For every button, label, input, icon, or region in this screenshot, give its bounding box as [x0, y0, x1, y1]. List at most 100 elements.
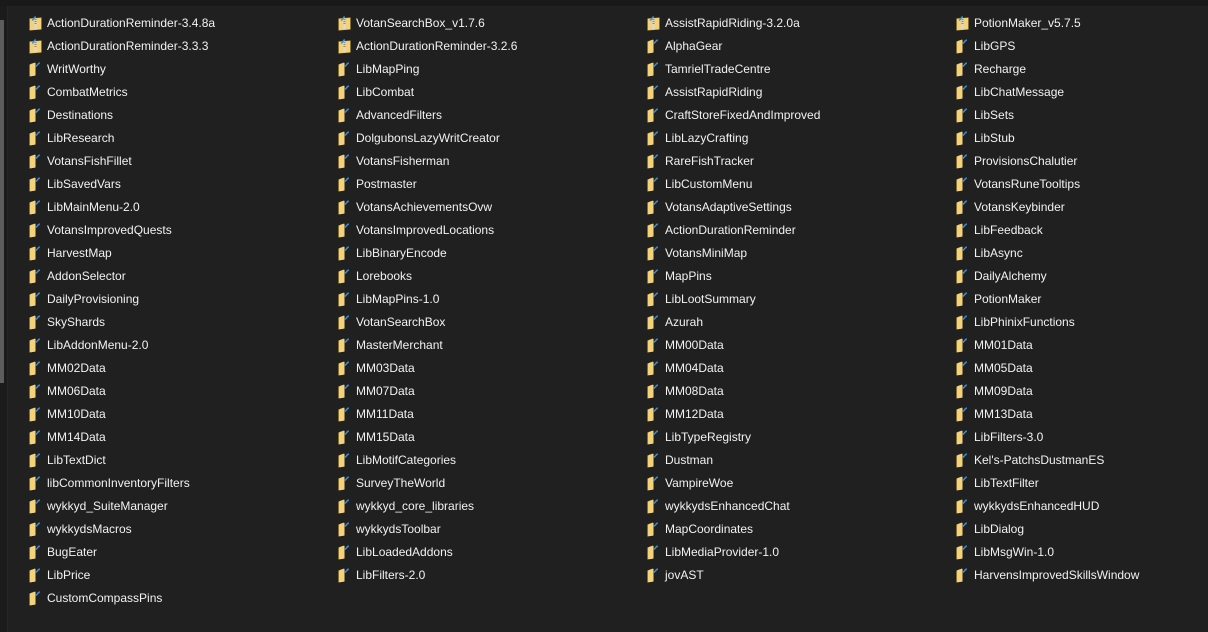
file-list-item[interactable]: PotionMaker [955, 287, 1208, 310]
file-list-item[interactable]: MM04Data [646, 356, 946, 379]
file-list-item[interactable]: libCommonInventoryFilters [28, 471, 328, 494]
file-list-item[interactable]: wykkydsMacros [28, 517, 328, 540]
file-list-item[interactable]: Dustman [646, 448, 946, 471]
file-list-item[interactable]: VotansFishFillet [28, 149, 328, 172]
file-list-item[interactable]: SkyShards [28, 310, 328, 333]
file-list-item[interactable]: MM06Data [28, 379, 328, 402]
file-list-item[interactable]: LibMapPing [337, 57, 637, 80]
file-list-item[interactable]: Destinations [28, 103, 328, 126]
file-list-item[interactable]: MM09Data [955, 379, 1208, 402]
file-list-item[interactable]: BugEater [28, 540, 328, 563]
file-list-item[interactable]: MM00Data [646, 333, 946, 356]
file-list-item[interactable]: MasterMerchant [337, 333, 637, 356]
file-list-item[interactable]: Lorebooks [337, 264, 637, 287]
file-list-item[interactable]: VotansAchievementsOvw [337, 195, 637, 218]
file-list-item[interactable]: MM12Data [646, 402, 946, 425]
file-list-item[interactable]: SurveyTheWorld [337, 471, 637, 494]
file-list-item[interactable]: LibTextDict [28, 448, 328, 471]
file-list-item[interactable]: CraftStoreFixedAndImproved [646, 103, 946, 126]
file-list-item[interactable]: LibStub [955, 126, 1208, 149]
file-list-item[interactable]: MM07Data [337, 379, 637, 402]
file-list-item[interactable]: LibDialog [955, 517, 1208, 540]
file-list-item[interactable]: LibMainMenu-2.0 [28, 195, 328, 218]
file-list-item[interactable]: MM10Data [28, 402, 328, 425]
file-list-item[interactable]: LibFilters-2.0 [337, 563, 637, 586]
file-list-item[interactable]: AlphaGear [646, 34, 946, 57]
file-list-item[interactable]: ActionDurationReminder-3.4.8a [28, 11, 328, 34]
file-list-item[interactable]: wykkydsEnhancedHUD [955, 494, 1208, 517]
file-list-item[interactable]: RareFishTracker [646, 149, 946, 172]
file-list-item[interactable]: Kel's-PatchsDustmanES [955, 448, 1208, 471]
file-list-item[interactable]: LibMotifCategories [337, 448, 637, 471]
file-list-item[interactable]: LibPhinixFunctions [955, 310, 1208, 333]
file-list-item[interactable]: LibAddonMenu-2.0 [28, 333, 328, 356]
file-list-item[interactable]: LibResearch [28, 126, 328, 149]
file-list-item[interactable]: LibLazyCrafting [646, 126, 946, 149]
file-list-item[interactable]: LibMediaProvider-1.0 [646, 540, 946, 563]
file-list-item[interactable]: LibTextFilter [955, 471, 1208, 494]
file-list-item[interactable]: LibLoadedAddons [337, 540, 637, 563]
file-list-item[interactable]: wykkyd_SuiteManager [28, 494, 328, 517]
file-list-item[interactable]: LibFeedback [955, 218, 1208, 241]
file-list-item[interactable]: LibTypeRegistry [646, 425, 946, 448]
file-list-item[interactable]: LibChatMessage [955, 80, 1208, 103]
file-list-item[interactable]: Recharge [955, 57, 1208, 80]
file-list-item[interactable]: MM15Data [337, 425, 637, 448]
file-list-item[interactable]: MM05Data [955, 356, 1208, 379]
file-list-item[interactable]: AssistRapidRiding-3.2.0a [646, 11, 946, 34]
file-list-item[interactable]: MapCoordinates [646, 517, 946, 540]
file-list-item[interactable]: HarvestMap [28, 241, 328, 264]
file-list-item[interactable]: Postmaster [337, 172, 637, 195]
file-list-item[interactable]: LibSavedVars [28, 172, 328, 195]
file-list-item[interactable]: VotansRuneTooltips [955, 172, 1208, 195]
file-list-item[interactable]: wykkydsEnhancedChat [646, 494, 946, 517]
file-list-item[interactable]: LibCustomMenu [646, 172, 946, 195]
file-list-item[interactable]: DailyAlchemy [955, 264, 1208, 287]
file-list-item[interactable]: jovAST [646, 563, 946, 586]
file-list-item[interactable]: LibPrice [28, 563, 328, 586]
vertical-scrollbar[interactable] [0, 6, 8, 632]
file-list-item[interactable]: CombatMetrics [28, 80, 328, 103]
file-list-item[interactable]: VotanSearchBox_v1.7.6 [337, 11, 637, 34]
file-list-item[interactable]: LibFilters-3.0 [955, 425, 1208, 448]
file-list-item[interactable]: MM11Data [337, 402, 637, 425]
file-list-item[interactable]: Azurah [646, 310, 946, 333]
file-list-item[interactable]: VampireWoe [646, 471, 946, 494]
file-list-item[interactable]: LibMsgWin-1.0 [955, 540, 1208, 563]
scrollbar-thumb[interactable] [0, 20, 4, 383]
file-list-item[interactable]: LibCombat [337, 80, 637, 103]
file-list-item[interactable]: LibAsync [955, 241, 1208, 264]
file-list-item[interactable]: MM13Data [955, 402, 1208, 425]
file-list-item[interactable]: LibSets [955, 103, 1208, 126]
file-list-item[interactable]: VotanSearchBox [337, 310, 637, 333]
file-list-item[interactable]: LibBinaryEncode [337, 241, 637, 264]
file-list-item[interactable]: MM02Data [28, 356, 328, 379]
file-list-item[interactable]: MM03Data [337, 356, 637, 379]
file-list-item[interactable]: ActionDurationReminder-3.3.3 [28, 34, 328, 57]
file-list-item[interactable]: ActionDurationReminder [646, 218, 946, 241]
file-list-item[interactable]: CustomCompassPins [28, 586, 328, 609]
file-list-item[interactable]: wykkyd_core_libraries [337, 494, 637, 517]
file-list-item[interactable]: AddonSelector [28, 264, 328, 287]
file-list-item[interactable]: MM14Data [28, 425, 328, 448]
file-list-item[interactable]: MM08Data [646, 379, 946, 402]
file-list-item[interactable]: VotansKeybinder [955, 195, 1208, 218]
file-list-item[interactable]: ActionDurationReminder-3.2.6 [337, 34, 637, 57]
file-list-item[interactable]: MM01Data [955, 333, 1208, 356]
file-list-item[interactable]: TamrielTradeCentre [646, 57, 946, 80]
file-list-item[interactable]: AdvancedFilters [337, 103, 637, 126]
file-list-item[interactable]: PotionMaker_v5.7.5 [955, 11, 1208, 34]
file-list-item[interactable]: VotansImprovedLocations [337, 218, 637, 241]
file-list-item[interactable]: DailyProvisioning [28, 287, 328, 310]
file-list-item[interactable]: wykkydsToolbar [337, 517, 637, 540]
file-list-item[interactable]: VotansAdaptiveSettings [646, 195, 946, 218]
file-list-item[interactable]: AssistRapidRiding [646, 80, 946, 103]
file-list-item[interactable]: WritWorthy [28, 57, 328, 80]
file-list-item[interactable]: VotansFisherman [337, 149, 637, 172]
file-list-item[interactable]: LibGPS [955, 34, 1208, 57]
file-list-item[interactable]: LibMapPins-1.0 [337, 287, 637, 310]
file-list-item[interactable]: HarvensImprovedSkillsWindow [955, 563, 1208, 586]
file-list-item[interactable]: ProvisionsChalutier [955, 149, 1208, 172]
file-list-item[interactable]: VotansImprovedQuests [28, 218, 328, 241]
file-list-item[interactable]: LibLootSummary [646, 287, 946, 310]
